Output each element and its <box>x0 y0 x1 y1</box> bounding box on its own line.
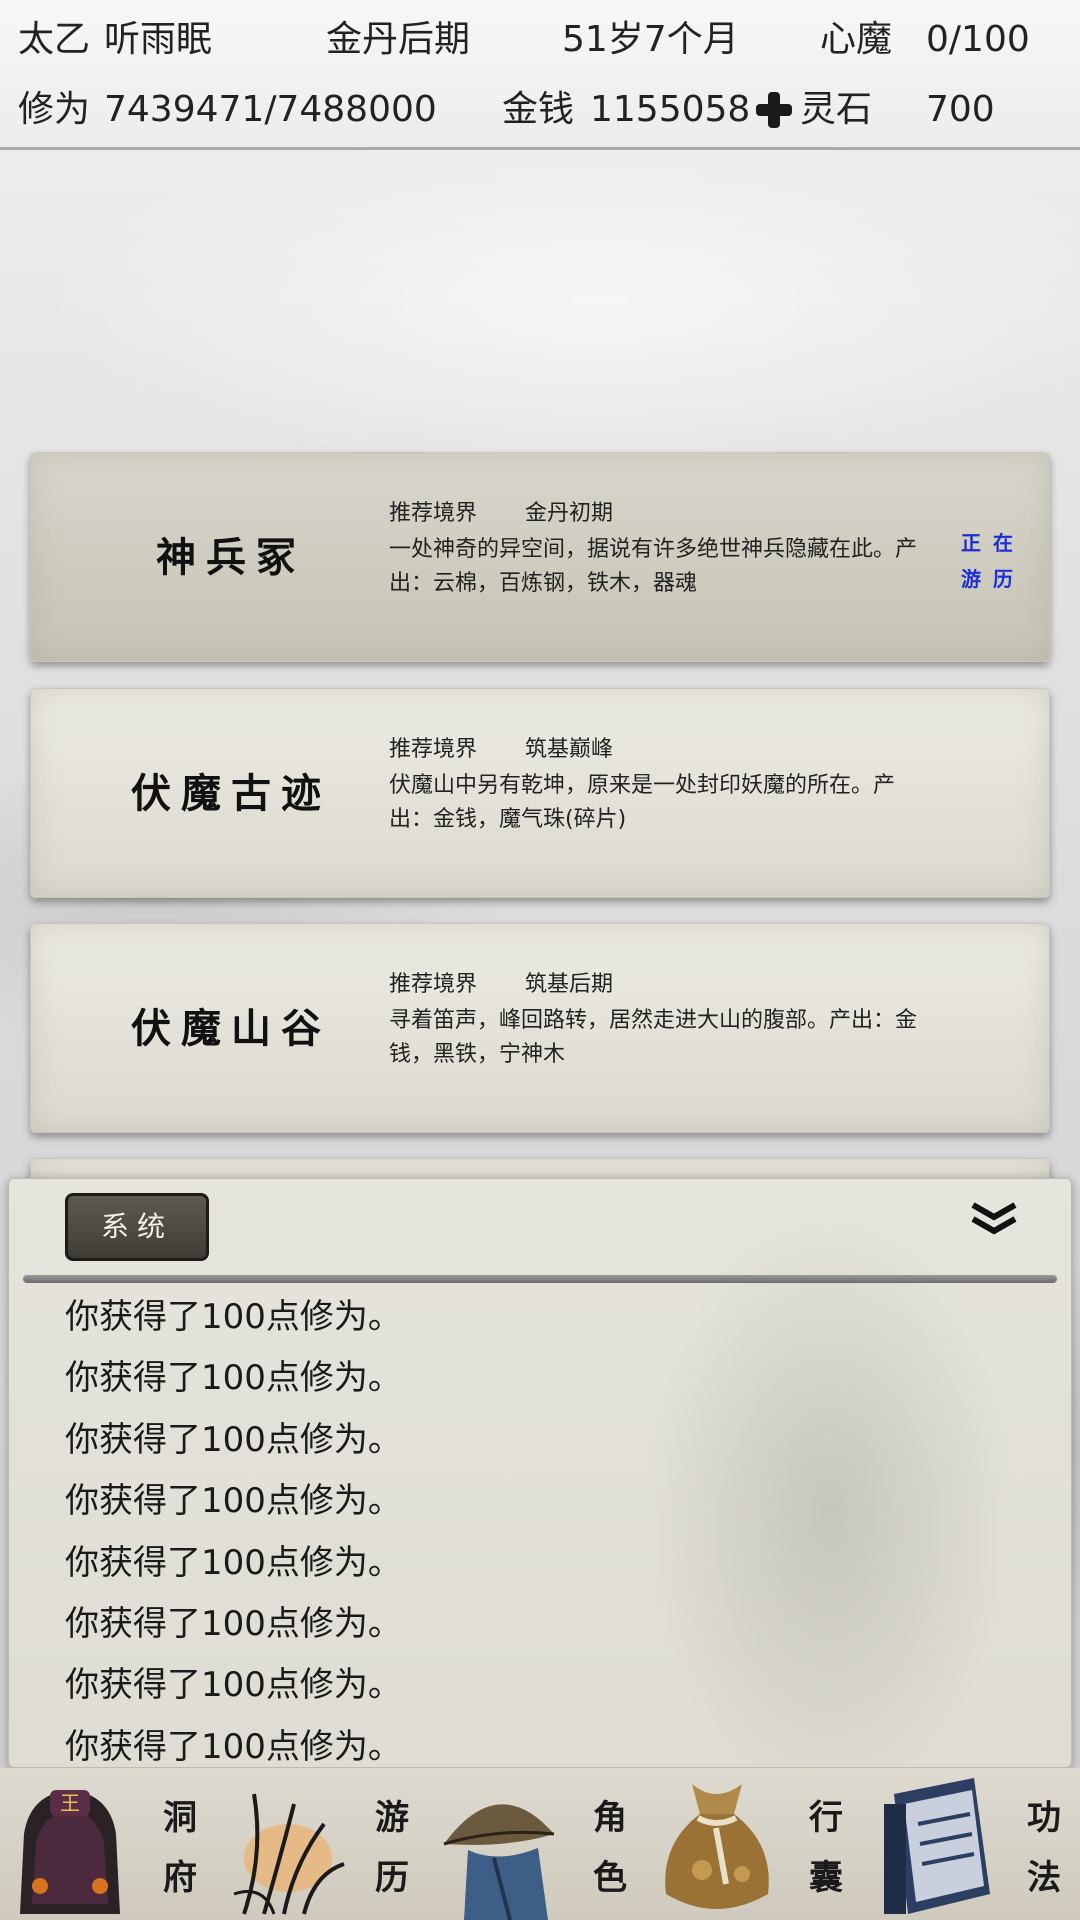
spirit-stone-value: 700 <box>926 89 995 130</box>
log-message: 你获得了100点修为。 <box>65 1665 402 1706</box>
location-name: 神兵冢 <box>156 534 306 581</box>
collapse-chevron-icon[interactable] <box>969 1199 1019 1239</box>
nav-item-character[interactable]: 角色 <box>432 1768 648 1920</box>
demon-value: 0/100 <box>926 19 1030 60</box>
recommended-realm: 推荐境界 筑基巅峰 <box>389 731 613 763</box>
location-description: 一处神奇的异空间，据说有许多绝世神兵隐藏在此。产出：云棉，百炼钢，铁木，器魂 <box>389 537 918 596</box>
nav-label: 游历 <box>375 1798 409 1898</box>
travel-grass-icon <box>233 1793 345 1915</box>
log-message: 你获得了100点修为。 <box>65 1542 402 1583</box>
cultivation-label: 修为 <box>18 89 91 130</box>
money-value: 1155058 <box>590 89 751 130</box>
location-description: 伏魔山中另有乾坤，原来是一处封印妖魔的所在。产出：金钱，魔气珠(碎片) <box>389 773 896 832</box>
location-description: 寻着笛声，峰回路转，居然走进大山的腹部。产出：金钱，黑铁，宁神木 <box>389 1008 918 1067</box>
nav-item-skills[interactable]: 功法 <box>864 1768 1080 1920</box>
realm-label: 推荐境界 <box>389 737 478 762</box>
nav-item-travel[interactable]: 游历 <box>216 1768 432 1920</box>
scroll-book-icon <box>884 1778 990 1914</box>
nav-item-cave[interactable]: 王 洞府 <box>0 1768 216 1920</box>
log-message-list[interactable]: 你获得了100点修为。 你获得了100点修为。 你获得了100点修为。 你获得了… <box>65 1287 965 1778</box>
svg-text:王: 王 <box>60 1791 80 1815</box>
location-card-fumoshangu[interactable]: 伏魔山谷 推荐境界 筑基后期 寻着笛声，峰回路转，居然走进大山的腹部。产出：金钱，… <box>30 923 1050 1133</box>
bottom-nav: 王 洞府 游历 角色 行囊 功法 <box>0 1768 1080 1920</box>
spirit-stone-label: 灵石 <box>800 89 873 130</box>
log-message: 你获得了100点修为。 <box>65 1419 402 1460</box>
cultivation-value: 7439471/7488000 <box>104 89 437 130</box>
straw-hat-character-icon <box>443 1804 555 1920</box>
age-value: 51岁7个月 <box>562 19 739 60</box>
nav-label: 功法 <box>1027 1798 1061 1898</box>
log-message: 你获得了100点修为。 <box>65 1481 402 1522</box>
location-name: 伏魔山谷 <box>131 1005 331 1052</box>
recommended-realm: 推荐境界 筑基后期 <box>389 966 613 998</box>
message-log-panel: 系统 你获得了100点修为。 你获得了100点修为。 你获得了100点修为。 你… <box>8 1178 1072 1768</box>
nav-item-bag[interactable]: 行囊 <box>648 1768 864 1920</box>
character-sect: 太乙 <box>18 19 91 60</box>
nav-label: 角色 <box>593 1798 627 1898</box>
panel-divider <box>23 1275 1057 1283</box>
character-name: 听雨眠 <box>104 19 213 60</box>
nav-label: 洞府 <box>163 1798 197 1898</box>
realm-label: 推荐境界 <box>389 972 478 997</box>
location-name: 伏魔古迹 <box>131 770 331 817</box>
location-card-fumoguji[interactable]: 伏魔古迹 推荐境界 筑基巅峰 伏魔山中另有乾坤，原来是一处封印妖魔的所在。产出：金… <box>30 688 1050 898</box>
realm-value: 金丹初期 <box>525 501 614 526</box>
log-message: 你获得了100点修为。 <box>65 1358 402 1399</box>
log-message: 你获得了100点修为。 <box>65 1297 402 1337</box>
realm-value: 金丹后期 <box>326 19 471 60</box>
realm-value: 筑基巅峰 <box>525 737 614 762</box>
money-label: 金钱 <box>502 89 575 130</box>
realm-label: 推荐境界 <box>389 501 478 526</box>
log-message: 你获得了100点修为。 <box>65 1603 402 1644</box>
traveling-status-badge: 正在游历 <box>961 531 1025 591</box>
nav-label: 行囊 <box>809 1798 843 1898</box>
demon-label: 心魔 <box>820 19 893 60</box>
add-currency-icon[interactable] <box>756 92 792 128</box>
recommended-realm: 推荐境界 金丹初期 <box>389 495 613 527</box>
location-card-shenbingzhong[interactable]: 神兵冢 推荐境界 金丹初期 一处神奇的异空间，据说有许多绝世神兵隐藏在此。产出：云… <box>30 452 1050 662</box>
realm-value: 筑基后期 <box>525 972 614 997</box>
bag-icon <box>665 1784 769 1909</box>
cave-dwelling-icon: 王 <box>20 1790 120 1914</box>
tab-system[interactable]: 系统 <box>65 1193 209 1261</box>
status-header: 太乙 听雨眠 金丹后期 51岁7个月 心魔 0/100 修为 7439471/7… <box>0 0 1080 150</box>
